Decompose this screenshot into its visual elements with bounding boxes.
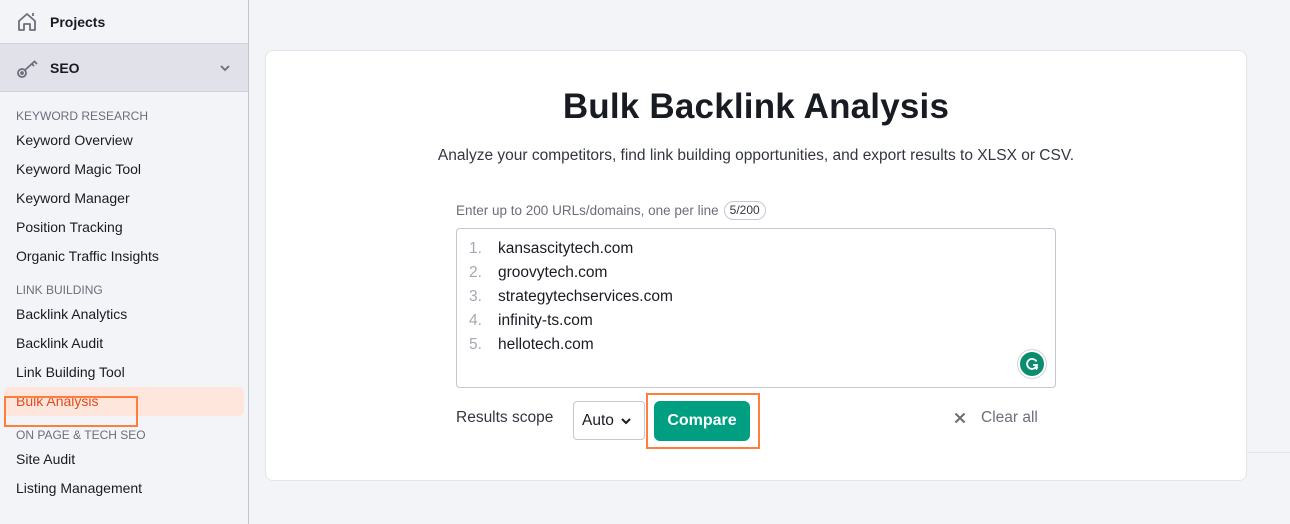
grammarly-icon [1020, 352, 1044, 376]
nav-projects[interactable]: Projects [0, 0, 248, 44]
sidebar-item-backlink-analytics[interactable]: Backlink Analytics [0, 300, 248, 329]
urls-field-label-text: Enter up to 200 URLs/domains, one per li… [456, 203, 719, 218]
sidebar-item-backlink-audit[interactable]: Backlink Audit [0, 329, 248, 358]
home-icon [16, 11, 38, 33]
results-scope-select[interactable]: Auto [573, 401, 645, 440]
clear-all-label: Clear all [981, 409, 1038, 426]
url-value: kansascitytech.com [498, 240, 634, 257]
chevron-down-icon[interactable] [218, 61, 232, 75]
sidebar-item-link-building-tool[interactable]: Link Building Tool [0, 358, 248, 387]
bulk-analysis-card: Bulk Backlink Analysis Analyze your comp… [265, 50, 1247, 481]
sidebar-item-organic-traffic-insights[interactable]: Organic Traffic Insights [0, 242, 248, 271]
compare-button[interactable]: Compare [654, 401, 750, 441]
page-title: Bulk Backlink Analysis [562, 87, 950, 126]
nav-seo-label: SEO [50, 59, 80, 76]
line-number: 1. [469, 240, 482, 257]
url-value: groovytech.com [498, 264, 608, 281]
line-number: 5. [469, 336, 482, 353]
url-counter-badge: 5/200 [723, 201, 766, 220]
sidebar-item-listing-management[interactable]: Listing Management [0, 474, 248, 503]
url-value: strategytechservices.com [498, 288, 673, 305]
urls-textarea[interactable]: 1. kansascitytech.com 2. groovytech.com … [456, 228, 1056, 388]
url-line: 2. groovytech.com [457, 261, 1055, 285]
results-scope-label: Results scope [456, 409, 554, 426]
url-line: 1. kansascitytech.com [457, 237, 1055, 261]
line-number: 4. [469, 312, 482, 329]
clear-all-button[interactable]: Clear all [954, 409, 1038, 427]
url-line: 5. hellotech.com [457, 333, 1055, 357]
section-title-link-building: LINK BUILDING [16, 283, 103, 297]
sidebar-item-site-audit[interactable]: Site Audit [0, 445, 248, 474]
line-number: 2. [469, 264, 482, 281]
urls-field-label: Enter up to 200 URLs/domains, one per li… [456, 201, 766, 220]
section-title-keyword-research: KEYWORD RESEARCH [16, 109, 149, 123]
sidebar-item-keyword-manager[interactable]: Keyword Manager [0, 184, 248, 213]
sidebar-item-keyword-magic-tool[interactable]: Keyword Magic Tool [0, 155, 248, 184]
url-value: hellotech.com [498, 336, 594, 353]
url-line: 3. strategytechservices.com [457, 285, 1055, 309]
key-icon [16, 56, 40, 80]
sidebar: Projects SEO KEYWORD RESEARCH Keyword Ov… [0, 0, 249, 524]
url-value: infinity-ts.com [498, 312, 593, 329]
page-subtitle: Analyze your competitors, find link buil… [437, 147, 1075, 164]
nav-projects-label: Projects [50, 13, 106, 30]
chevron-down-icon [620, 415, 632, 427]
sidebar-item-keyword-overview[interactable]: Keyword Overview [0, 126, 248, 155]
nav-seo[interactable]: SEO [0, 44, 248, 92]
grammarly-button[interactable] [1017, 349, 1047, 379]
url-line: 4. infinity-ts.com [457, 309, 1055, 333]
sidebar-item-bulk-analysis[interactable]: Bulk Analysis [4, 387, 244, 416]
close-icon [954, 412, 966, 424]
sidebar-item-position-tracking[interactable]: Position Tracking [0, 213, 248, 242]
divider [1247, 452, 1290, 453]
section-title-on-page-tech-seo: ON PAGE & TECH SEO [16, 428, 146, 442]
results-scope-value: Auto [582, 411, 614, 429]
line-number: 3. [469, 288, 482, 305]
